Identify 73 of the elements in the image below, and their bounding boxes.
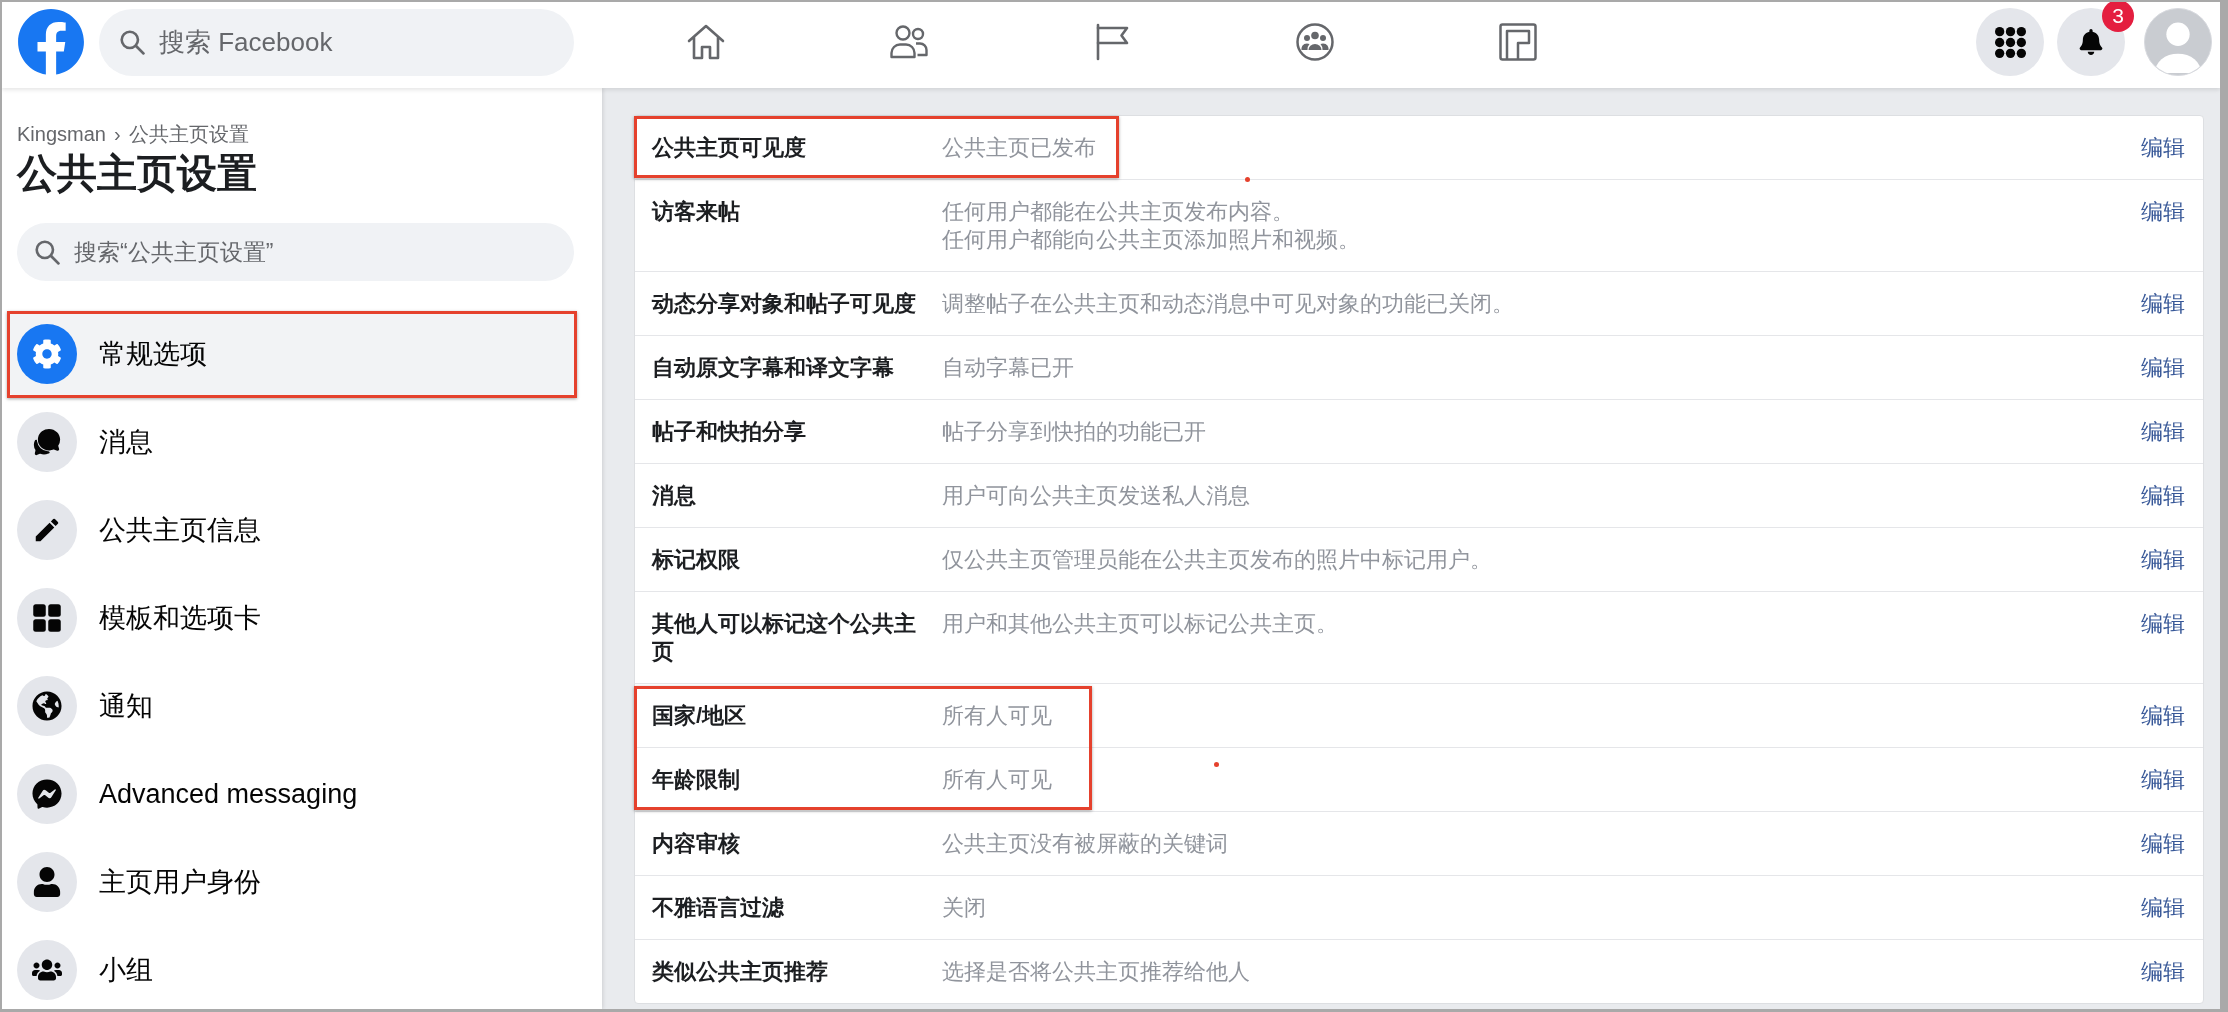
setting-label: 帖子和快拍分享 bbox=[652, 418, 807, 446]
edit-link[interactable]: 编辑 bbox=[2141, 546, 2185, 574]
search-icon bbox=[34, 239, 60, 265]
edit-link[interactable]: 编辑 bbox=[2141, 702, 2185, 730]
setting-label: 自动原文字幕和译文字幕 bbox=[652, 354, 895, 382]
bell-icon bbox=[2078, 29, 2104, 55]
edit-link[interactable]: 编辑 bbox=[2141, 198, 2185, 226]
setting-label: 类似公共主页推荐 bbox=[652, 958, 829, 986]
edit-link[interactable]: 编辑 bbox=[2141, 766, 2185, 794]
globe-icon bbox=[17, 676, 77, 736]
setting-value: 所有人可见 bbox=[942, 702, 1053, 730]
setting-label: 年龄限制 bbox=[652, 766, 741, 794]
breadcrumb-link[interactable]: Kingsman bbox=[17, 121, 106, 147]
breadcrumb-separator: › bbox=[113, 122, 121, 147]
setting-value: 调整帖子在公共主页和动态消息中可见对象的功能已关闭。 bbox=[942, 290, 1515, 318]
edit-link[interactable]: 编辑 bbox=[2141, 830, 2185, 858]
edit-link[interactable]: 编辑 bbox=[2141, 290, 2185, 318]
setting-value: 任何用户都能向公共主页添加照片和视频。 bbox=[942, 226, 1361, 254]
setting-label: 不雅语言过滤 bbox=[652, 894, 785, 922]
edit-link[interactable]: 编辑 bbox=[2141, 418, 2185, 446]
setting-label: 内容审核 bbox=[652, 830, 741, 858]
chat-bolt-icon bbox=[17, 764, 77, 824]
dot-icon bbox=[1245, 177, 1250, 182]
sidebar-item[interactable]: 常规选项 bbox=[8, 312, 576, 396]
sidebar-item[interactable]: 公共主页信息 bbox=[8, 488, 576, 572]
page-title: 公共主页设置 bbox=[17, 150, 258, 197]
setting-label: 消息 bbox=[652, 482, 697, 510]
search-icon bbox=[119, 29, 145, 55]
setting-value: 选择是否将公共主页推荐给他人 bbox=[942, 958, 1251, 986]
setting-value: 公共主页已发布 bbox=[942, 134, 1097, 162]
setting-value: 所有人可见 bbox=[942, 766, 1053, 794]
setting-value: 用户可向公共主页发送私人消息 bbox=[942, 482, 1251, 510]
gear-icon bbox=[17, 324, 77, 384]
setting-value: 自动字幕已开 bbox=[942, 354, 1075, 382]
edit-link[interactable]: 编辑 bbox=[2141, 134, 2185, 162]
edit-link[interactable]: 编辑 bbox=[2141, 958, 2185, 986]
dots-grid-icon bbox=[1994, 26, 2026, 58]
sidebar-item[interactable]: 小组 bbox=[8, 928, 576, 1009]
setting-value: 公共主页没有被屏蔽的关键词 bbox=[942, 830, 1229, 858]
edit-link[interactable]: 编辑 bbox=[2141, 354, 2185, 382]
setting-value: 任何用户都能在公共主页发布内容。 bbox=[942, 198, 1295, 226]
setting-label: 国家/地区 bbox=[652, 702, 748, 730]
setting-label: 访客来帖 bbox=[652, 198, 741, 226]
sidebar-item[interactable]: 通知 bbox=[8, 664, 576, 748]
person-icon bbox=[17, 852, 77, 912]
logo-icon[interactable] bbox=[17, 8, 85, 76]
grid-icon bbox=[17, 588, 77, 648]
setting-label: 公共主页可见度 bbox=[652, 134, 807, 162]
edit-link[interactable]: 编辑 bbox=[2141, 894, 2185, 922]
edit-link[interactable]: 编辑 bbox=[2141, 482, 2185, 510]
sidebar-item[interactable]: 主页用户身份 bbox=[8, 840, 576, 924]
people-icon bbox=[17, 940, 77, 1000]
sidebar-item[interactable]: Advanced messaging bbox=[8, 752, 576, 836]
dot-icon bbox=[1214, 762, 1219, 767]
search-field[interactable]: 搜索 Facebook bbox=[99, 8, 574, 76]
square-icon[interactable] bbox=[1497, 22, 1538, 62]
search-field[interactable]: 搜索“公共主页设置” bbox=[17, 223, 574, 281]
sidebar-item[interactable]: 模板和选项卡 bbox=[8, 576, 576, 660]
pencil-icon bbox=[17, 500, 77, 560]
notification-badge: 3 bbox=[2102, 2, 2134, 32]
setting-value: 关闭 bbox=[942, 894, 987, 922]
chat-bubbles-icon bbox=[17, 412, 77, 472]
setting-label: 动态分享对象和帖子可见度 bbox=[652, 290, 917, 318]
home-icon[interactable] bbox=[685, 22, 726, 62]
edit-link[interactable]: 编辑 bbox=[2141, 610, 2185, 638]
group-icon[interactable] bbox=[1294, 22, 1335, 62]
breadcrumb-current: 公共主页设置 bbox=[128, 122, 249, 147]
setting-label: 其他人可以标记这个公共主页 bbox=[652, 610, 917, 666]
setting-label: 标记权限 bbox=[652, 546, 741, 574]
setting-value: 用户和其他公共主页可以标记公共主页。 bbox=[942, 610, 1339, 638]
sidebar-item[interactable]: 消息 bbox=[8, 400, 576, 484]
setting-value: 仅公共主页管理员能在公共主页发布的照片中标记用户。 bbox=[942, 546, 1493, 574]
setting-value: 帖子分享到快拍的功能已开 bbox=[942, 418, 1207, 446]
